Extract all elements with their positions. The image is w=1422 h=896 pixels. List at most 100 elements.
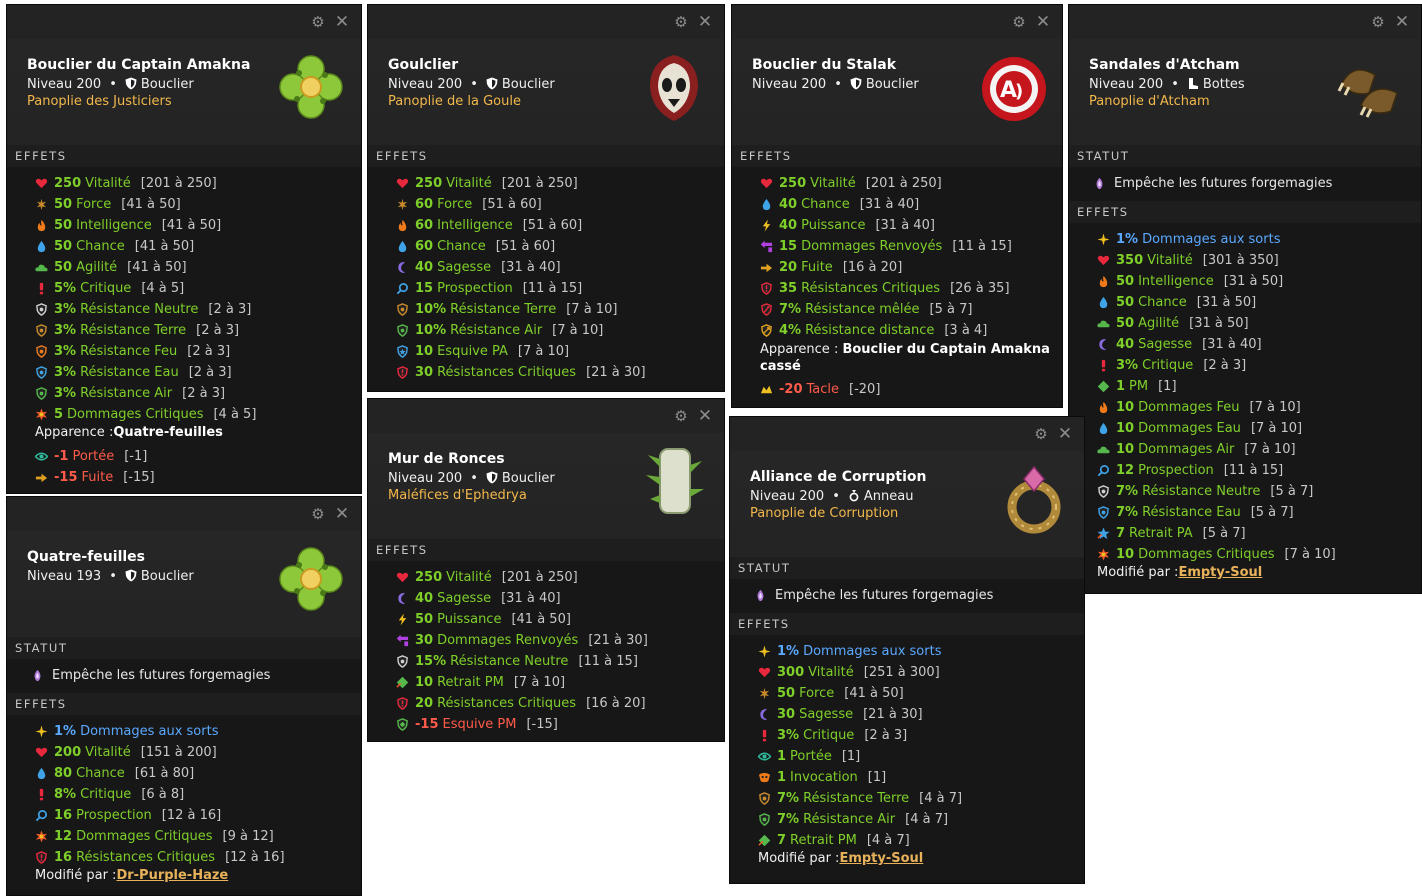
effect-range: [201 à 250] — [140, 176, 217, 191]
effect-range: [201 à 250] — [865, 176, 942, 191]
mp-reduction-icon — [758, 834, 771, 847]
effect-value: 7% — [1116, 505, 1139, 520]
tooltip-footer — [368, 739, 724, 741]
effect-value: 15 — [415, 281, 434, 296]
close-icon[interactable]: ✕ — [1056, 425, 1074, 443]
gear-icon[interactable]: ⚙ — [672, 407, 690, 425]
effect-value: 50 — [1116, 295, 1135, 310]
close-icon[interactable]: ✕ — [696, 407, 714, 425]
effect-range: [7 à 10] — [517, 344, 570, 359]
effect-row: 60 Chance [51 à 60] — [368, 236, 724, 257]
effect-value: 50 — [54, 197, 73, 212]
effect-row: 60 Intelligence [51 à 60] — [368, 215, 724, 236]
effect-row: 3% Critique [2 à 3] — [1069, 355, 1421, 376]
gear-icon[interactable]: ⚙ — [1010, 13, 1028, 31]
effect-range: [2 à 3] — [187, 344, 231, 359]
close-icon[interactable]: ✕ — [333, 13, 351, 31]
effect-row: 5 Dommages Critiques [4 à 5] — [7, 404, 361, 425]
effect-name: Dommages Critiques — [76, 829, 213, 844]
player-name-link[interactable]: Empty-Soul — [1178, 565, 1262, 580]
item-image — [1335, 51, 1407, 123]
row-label: Apparence : — [760, 342, 843, 357]
close-icon[interactable]: ✕ — [1034, 13, 1052, 31]
close-icon[interactable]: ✕ — [333, 505, 351, 523]
close-icon[interactable]: ✕ — [1393, 13, 1411, 31]
effect-name: Chance — [1138, 295, 1187, 310]
effect-row: 40 Puissance [31 à 40] — [732, 215, 1062, 236]
tooltip-titlebar: ⚙ ✕ — [732, 5, 1062, 39]
effect-row: 200 Vitalité [151 à 200] — [7, 742, 361, 763]
player-name-link[interactable]: Empty-Soul — [839, 851, 923, 866]
separator-dot: • — [832, 489, 840, 504]
effect-range: [2 à 3] — [1203, 358, 1247, 373]
shield-air-icon — [758, 813, 771, 826]
effect-name: Résistances Critiques — [801, 281, 941, 296]
effect-range: [6 à 8] — [141, 787, 185, 802]
effect-range: [51 à 60] — [522, 218, 583, 233]
effects-list: 250 Vitalité [201 à 250] 50 Force [41 à 50] 50… — [7, 167, 361, 492]
item-image — [998, 463, 1070, 535]
effect-name: Retrait PM — [790, 833, 857, 848]
item-set[interactable]: Panoplie de la Goule — [388, 94, 521, 109]
item-image — [638, 51, 710, 123]
item-name: Bouclier du Stalak — [752, 57, 897, 73]
effect-name: Retrait PM — [437, 675, 504, 690]
effect-value: 1 — [777, 749, 787, 764]
effect-row: 7% Résistance Terre [4 à 7] — [730, 788, 1084, 809]
effect-row: 50 Puissance [41 à 50] — [368, 609, 724, 630]
gear-icon[interactable]: ⚙ — [672, 13, 690, 31]
separator-dot: • — [109, 569, 117, 584]
gear-icon[interactable]: ⚙ — [309, 13, 327, 31]
heart-icon — [35, 177, 48, 190]
effect-row: 4% Résistance distance [3 à 4] — [732, 320, 1062, 341]
item-subtitle: Niveau 193 • Bouclier — [27, 569, 194, 584]
effect-range: [2 à 3] — [208, 302, 252, 317]
item-set[interactable]: Panoplie de Corruption — [750, 506, 898, 521]
effect-value: 3% — [777, 728, 800, 743]
item-name: Sandales d'Atcham — [1089, 57, 1240, 73]
effect-range: [1] — [1158, 379, 1177, 394]
item-set[interactable]: Panoplie des Justiciers — [27, 94, 172, 109]
critical-icon — [1097, 359, 1110, 372]
effect-value: 3% — [1116, 358, 1139, 373]
gear-icon[interactable]: ⚙ — [309, 505, 327, 523]
heart-icon — [396, 177, 409, 190]
effect-value: 40 — [415, 591, 434, 606]
effect-name: Tacle — [806, 382, 840, 397]
effect-row: 50 Chance [31 à 50] — [1069, 292, 1421, 313]
effect-value: 20 — [415, 696, 434, 711]
effect-name: Agilité — [76, 260, 118, 275]
effect-row: 15% Résistance Neutre [11 à 15] — [368, 651, 724, 672]
critical-damage-icon — [35, 408, 48, 421]
effect-value: 7% — [1116, 484, 1139, 499]
item-level: Niveau 200 — [750, 489, 825, 504]
close-icon[interactable]: ✕ — [696, 13, 714, 31]
effect-range: [31 à 50] — [1196, 295, 1257, 310]
effect-range: [31 à 40] — [1202, 337, 1262, 352]
effect-range: [41 à 50] — [134, 239, 195, 254]
prospection-icon — [35, 809, 48, 822]
effect-range: [1] — [841, 749, 861, 764]
separator-dot: • — [470, 471, 478, 486]
shield-air-icon — [35, 387, 48, 400]
gear-icon[interactable]: ⚙ — [1032, 425, 1050, 443]
effect-row: 3% Résistance Neutre [2 à 3] — [7, 299, 361, 320]
effect-name: Puissance — [801, 218, 866, 233]
effect-range: [61 à 80] — [134, 766, 195, 781]
wisdom-moon-icon — [1097, 338, 1110, 351]
effect-range: [11 à 15] — [952, 239, 1012, 254]
effect-range: [41 à 50] — [511, 612, 571, 627]
effect-value: 50 — [1116, 316, 1135, 331]
player-name-link[interactable]: Dr-Purple-Haze — [116, 868, 228, 883]
item-type: Bottes — [1202, 77, 1245, 92]
status-row: Empêche les futures forgemagies — [1069, 173, 1421, 193]
gear-icon[interactable]: ⚙ — [1369, 13, 1387, 31]
item-set[interactable]: Maléfices d'Ephedrya — [388, 488, 527, 503]
effect-row: 250 Vitalité [201 à 250] — [732, 173, 1062, 194]
item-set[interactable]: Panoplie d'Atcham — [1089, 94, 1210, 109]
effect-range: [7 à 10] — [513, 675, 566, 690]
effect-range: [21 à 30] — [588, 633, 648, 648]
effect-range: [4 à 7] — [866, 833, 910, 848]
effect-range: [5 à 7] — [1250, 505, 1294, 520]
air-cloud-icon — [35, 261, 48, 274]
